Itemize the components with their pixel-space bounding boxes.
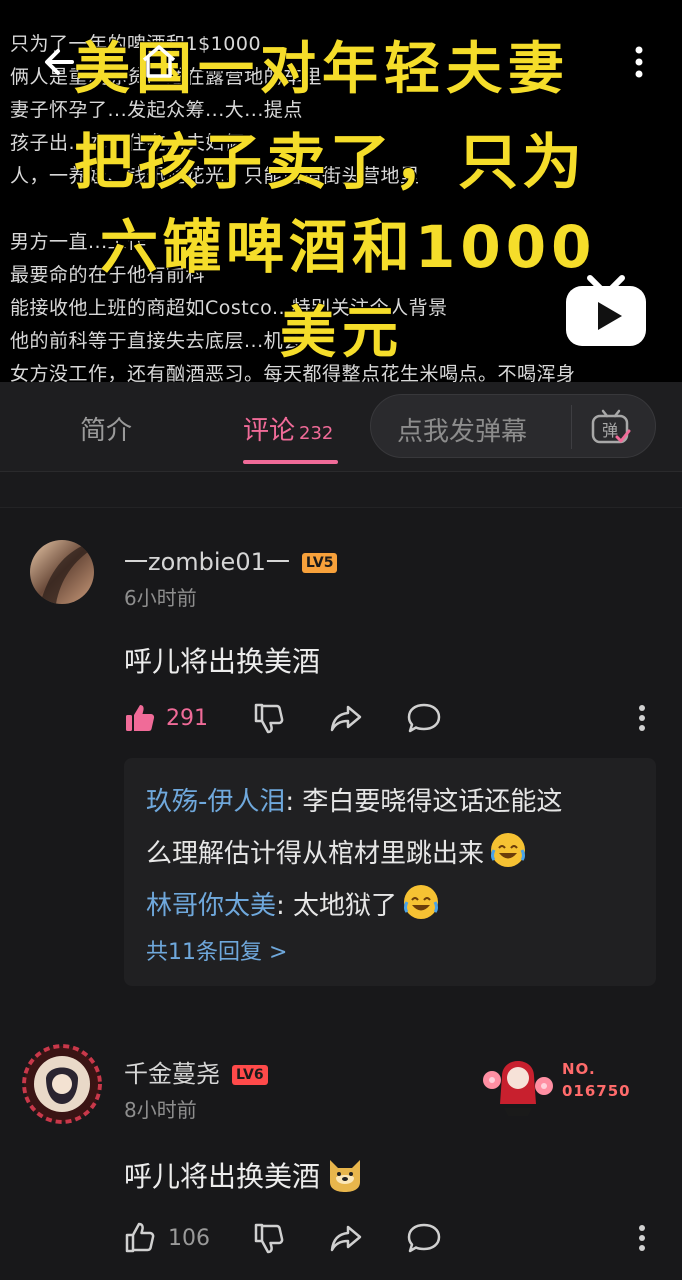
fan-badge-no-label: NO. [562,1060,596,1078]
like-button[interactable]: 106 [124,1220,210,1256]
like-count: 106 [168,1225,210,1251]
comment-time: 8小时前 [124,1098,197,1122]
reply-button[interactable] [406,1220,442,1256]
comment-actions: 291 [124,700,664,736]
share-icon [330,705,362,732]
dislike-button[interactable] [252,700,286,736]
reply-item: 玖殇-伊人泪: 李白要晓得这话还能这 [146,776,634,828]
anime-girl-badge-icon [483,1061,553,1116]
level-badge: LV6 [232,1065,268,1085]
play-tv-icon [566,275,646,346]
home-icon [142,45,176,78]
comment-username[interactable]: 一zombie01一 LV5 [124,542,338,577]
username-text: 一zombie01一 [124,548,290,576]
reply-text: : 太地狱了 [276,891,398,921]
comment-more-button[interactable] [630,700,654,736]
thumbs-up-filled-icon [126,705,155,731]
danmaku-placeholder: 点我发弹幕 [397,417,528,447]
comment-username[interactable]: 千金蔓尧 LV6 [124,1054,268,1089]
comment-text-content: 呼儿将出换美酒 [124,1160,321,1193]
fan-badge-no-value: 016750 [562,1082,631,1100]
back-button[interactable] [38,40,82,84]
share-button[interactable] [328,700,364,736]
comment-text: 呼儿将出换美酒 [124,645,321,678]
share-button[interactable] [328,1220,364,1256]
video-caption-line-2: 把孩子卖了，只为 [74,128,586,198]
tab-comments[interactable]: 评论 232 [243,410,333,447]
comment-more-button[interactable] [630,1220,654,1256]
view-all-replies-link[interactable]: 共11条回复 > [146,932,634,974]
fan-badge-number: NO. 016750 [562,1058,631,1102]
danmaku-toggle-icon: 弹 [591,409,631,444]
reply-text: 么理解估计得从棺材里跳出来 [146,839,485,869]
play-button[interactable] [560,266,652,350]
avatar[interactable] [22,1044,102,1124]
more-vertical-icon [635,46,643,78]
back-arrow-icon [45,49,74,75]
share-icon [330,1225,362,1252]
divider [571,405,572,449]
danmaku-input[interactable]: 点我发弹幕 弹 [370,394,656,458]
level-badge: LV5 [301,553,338,573]
home-button[interactable] [136,38,182,84]
thumbs-down-icon [254,703,284,734]
reply-item-continued: 么理解估计得从棺材里跳出来 [146,828,634,880]
dislike-button[interactable] [252,1220,286,1256]
danmaku-toggle-button[interactable]: 弹 [589,407,633,447]
comment-actions: 106 [124,1220,664,1256]
reply-username[interactable]: 玖殇-伊人泪 [146,787,285,817]
reply-button[interactable] [406,700,442,736]
more-options-button[interactable] [622,40,656,84]
comment-count: 232 [299,423,334,444]
comment-bubble-icon [407,703,441,733]
username-text: 千金蔓尧 [124,1060,220,1088]
reply-item: 林哥你太美: 太地狱了 [146,880,634,932]
video-caption-line-3: 六罐啤酒和1000 [100,213,597,281]
like-count: 291 [166,705,208,731]
tab-bar: 简介 评论 232 点我发弹幕 弹 [0,382,682,472]
laughing-crying-emoji-icon [404,885,439,919]
reply-username[interactable]: 林哥你太美 [146,891,276,921]
tab-intro[interactable]: 简介 [80,410,132,447]
active-tab-indicator [243,460,338,464]
laughing-crying-emoji-icon [491,833,526,867]
divider-strip [0,472,682,508]
avatar[interactable] [30,540,94,604]
tab-comments-label: 评论 [243,416,296,446]
comment-time: 6小时前 [124,586,197,610]
like-button[interactable]: 291 [124,700,208,736]
doge-emoji-icon [330,1160,361,1192]
more-vertical-icon [639,1225,645,1251]
video-caption-line-4: 美元 [280,301,404,366]
comment-bubble-icon [407,1223,441,1253]
video-player[interactable]: 只为了一年的啤酒和1$1000 俩人是重度赤贫...睡在露营地的车里 妻子怀孕了… [0,0,682,382]
reply-text: : 李白要晓得这话还能这 [285,787,563,817]
more-vertical-icon [639,705,645,731]
thumbs-down-icon [254,1223,284,1254]
thumbs-up-icon [125,1222,155,1253]
reply-preview-box[interactable]: 玖殇-伊人泪: 李白要晓得这话还能这 么理解估计得从棺材里跳出来 林哥你太美: … [124,758,656,986]
fan-badge[interactable]: NO. 016750 [478,1046,638,1116]
comment-text: 呼儿将出换美酒 [124,1152,366,1195]
